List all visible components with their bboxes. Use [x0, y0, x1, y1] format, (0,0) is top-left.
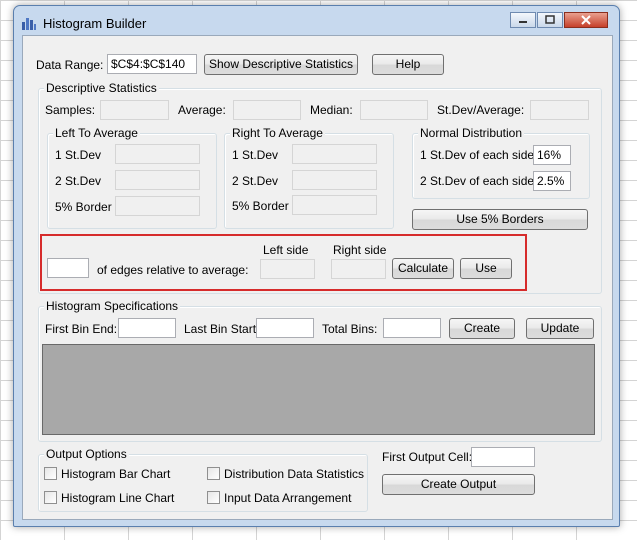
- dialog-client-area: Data Range: $C$4:$C$140 Show Descriptive…: [22, 35, 613, 520]
- left-5pct-border-field: [115, 196, 200, 216]
- title-bar[interactable]: Histogram Builder: [14, 6, 619, 36]
- average-label: Average:: [178, 103, 226, 117]
- samples-label: Samples:: [45, 103, 96, 117]
- use-button[interactable]: Use: [460, 258, 512, 279]
- use-5pct-borders-button[interactable]: Use 5% Borders: [412, 209, 588, 230]
- total-bins-input[interactable]: [383, 318, 441, 338]
- histogram-bar-chart-label: Histogram Bar Chart: [61, 467, 171, 481]
- histogram-line-chart-checkbox[interactable]: [44, 491, 57, 504]
- histogram-line-chart-label: Histogram Line Chart: [61, 491, 175, 505]
- right-side-field: [331, 259, 386, 279]
- close-icon: [581, 15, 591, 25]
- data-range-input[interactable]: $C$4:$C$140: [107, 54, 197, 74]
- edges-relative-label: of edges relative to average:: [97, 263, 249, 277]
- distribution-data-statistics-checkbox[interactable]: [207, 467, 220, 480]
- normal-1-stdev-input[interactable]: 16%: [533, 145, 571, 165]
- left-to-average-title: Left To Average: [53, 126, 140, 140]
- left-5pct-border-label: 5% Border: [55, 200, 112, 214]
- total-bins-label: Total Bins:: [322, 322, 378, 336]
- output-options-title: Output Options: [44, 447, 129, 461]
- histogram-builder-window: Histogram Builder Data Range: $C$4:$C$14…: [13, 5, 620, 527]
- create-output-button[interactable]: Create Output: [382, 474, 535, 495]
- right-1-stdev-label: 1 St.Dev: [232, 148, 279, 162]
- histogram-specifications-title: Histogram Specifications: [44, 299, 181, 313]
- right-2-stdev-label: 2 St.Dev: [232, 174, 279, 188]
- show-descriptive-statistics-button[interactable]: Show Descriptive Statistics: [204, 54, 358, 75]
- right-5pct-border-field: [292, 195, 377, 215]
- first-bin-end-input[interactable]: [118, 318, 176, 338]
- left-2-stdev-label: 2 St.Dev: [55, 174, 102, 188]
- left-side-field: [260, 259, 315, 279]
- update-bins-button[interactable]: Update: [526, 318, 594, 339]
- last-bin-start-input[interactable]: [256, 318, 314, 338]
- maximize-button[interactable]: [537, 12, 563, 28]
- median-label: Median:: [310, 103, 353, 117]
- descriptive-statistics-title: Descriptive Statistics: [44, 81, 159, 95]
- last-bin-start-label: Last Bin Start:: [184, 322, 260, 336]
- window-title: Histogram Builder: [43, 16, 147, 31]
- normal-2-stdev-label: 2 St.Dev of each side: [420, 174, 535, 188]
- edges-percent-input[interactable]: [47, 258, 89, 278]
- minimize-button[interactable]: [510, 12, 536, 28]
- first-output-cell-label: First Output Cell:: [382, 450, 473, 464]
- data-range-label: Data Range:: [36, 58, 104, 72]
- maximize-icon: [545, 15, 555, 24]
- right-1-stdev-field: [292, 144, 377, 164]
- right-2-stdev-field: [292, 170, 377, 190]
- first-bin-end-label: First Bin End:: [45, 322, 118, 336]
- left-2-stdev-field: [115, 170, 200, 190]
- create-bins-button[interactable]: Create: [449, 318, 515, 339]
- calculate-button[interactable]: Calculate: [392, 258, 454, 279]
- help-button[interactable]: Help: [372, 54, 444, 75]
- histogram-bar-chart-checkbox[interactable]: [44, 467, 57, 480]
- normal-2-stdev-input[interactable]: 2.5%: [533, 171, 571, 191]
- left-1-stdev-field: [115, 144, 200, 164]
- input-data-arrangement-label: Input Data Arrangement: [224, 491, 352, 505]
- left-1-stdev-label: 1 St.Dev: [55, 148, 102, 162]
- minimize-icon: [519, 21, 527, 23]
- median-field: [360, 100, 428, 120]
- input-data-arrangement-checkbox[interactable]: [207, 491, 220, 504]
- stdev-average-label: St.Dev/Average:: [437, 103, 525, 117]
- app-chart-icon: [22, 18, 36, 30]
- right-5pct-border-label: 5% Border: [232, 199, 289, 213]
- average-field: [233, 100, 301, 120]
- normal-1-stdev-label: 1 St.Dev of each side: [420, 148, 535, 162]
- left-side-label: Left side: [263, 243, 309, 257]
- first-output-cell-input[interactable]: [471, 447, 535, 467]
- right-to-average-title: Right To Average: [230, 126, 325, 140]
- stdev-average-field: [530, 100, 589, 120]
- distribution-data-statistics-label: Distribution Data Statistics: [224, 467, 365, 481]
- samples-field: [100, 100, 169, 120]
- normal-distribution-title: Normal Distribution: [418, 126, 525, 140]
- close-button[interactable]: [564, 12, 608, 28]
- right-side-label: Right side: [333, 243, 387, 257]
- histogram-preview-area: [42, 344, 595, 435]
